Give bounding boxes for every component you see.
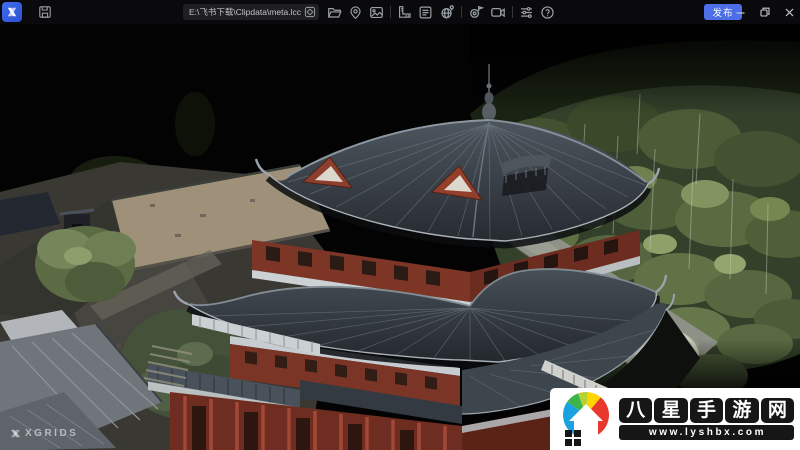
help-button[interactable] xyxy=(540,5,555,20)
site-logo xyxy=(563,392,609,446)
application-window: E:\飞书下载\Clipdata\meta.lcc 发布 XGRIDS 八 星 … xyxy=(0,0,800,450)
titlebar: E:\飞书下载\Clipdata\meta.lcc 发布 xyxy=(0,0,800,24)
file-path-text: E:\飞书下载\Clipdata\meta.lcc xyxy=(189,7,301,17)
file-path-field[interactable]: E:\飞书下载\Clipdata\meta.lcc xyxy=(183,4,319,20)
site-name: 八星手游网 xyxy=(619,398,795,423)
toolbar-separator xyxy=(461,6,462,18)
xgrids-x-icon xyxy=(7,7,17,17)
locate-target-icon[interactable] xyxy=(304,6,316,18)
toolbar-separator xyxy=(390,6,391,18)
site-url: www.lyshbx.com xyxy=(619,425,794,440)
site-name-char: 手 xyxy=(689,398,724,423)
scene-3d-view[interactable] xyxy=(0,24,800,450)
filter-sliders-button[interactable] xyxy=(519,5,534,20)
toolbar-separator xyxy=(512,6,513,18)
xgrids-watermark: XGRIDS xyxy=(10,428,78,439)
camera-360-button[interactable] xyxy=(468,4,484,20)
site-name-char: 八 xyxy=(619,398,653,423)
open-folder-button[interactable] xyxy=(327,5,342,20)
video-record-button[interactable] xyxy=(490,4,506,20)
restore-button[interactable] xyxy=(759,6,771,18)
site-name-char: 游 xyxy=(725,398,759,423)
window-controls xyxy=(735,0,795,24)
close-button[interactable] xyxy=(784,7,795,18)
site-watermark-panel: 八星手游网 www.lyshbx.com xyxy=(550,388,800,450)
notes-panel-button[interactable] xyxy=(418,5,433,20)
app-logo[interactable] xyxy=(2,2,22,22)
site-name-char: 网 xyxy=(760,398,795,423)
image-view-button[interactable] xyxy=(369,5,384,20)
site-name-char: 星 xyxy=(654,398,688,423)
viewport-3d: XGRIDS 八星手游网 www.lyshbx.com xyxy=(0,24,800,450)
angle-measure-button[interactable] xyxy=(397,5,412,20)
toolbar-icons xyxy=(327,0,555,24)
walkway xyxy=(500,155,552,196)
minimize-button[interactable] xyxy=(735,7,746,18)
save-button[interactable] xyxy=(36,0,54,24)
globe-coordinates-button[interactable] xyxy=(439,4,455,20)
xgrids-mark-icon xyxy=(10,429,21,438)
xgrids-watermark-text: XGRIDS xyxy=(25,428,79,439)
save-icon xyxy=(38,5,52,19)
location-pin-button[interactable] xyxy=(348,5,363,20)
